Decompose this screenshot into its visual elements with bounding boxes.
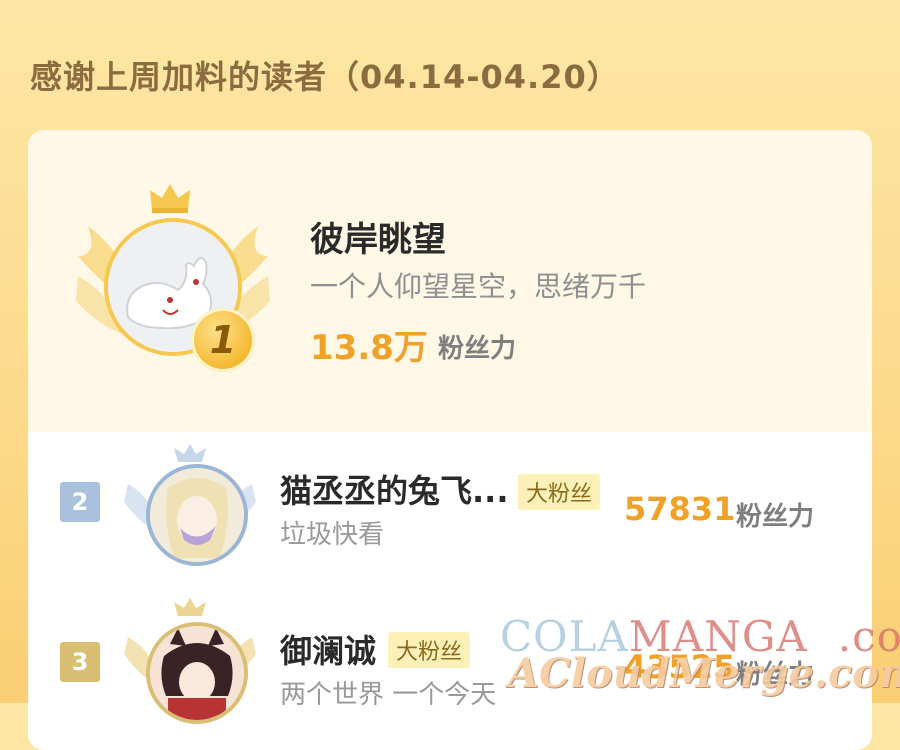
top-reader-section[interactable]: 1 彼岸眺望 一个人仰望星空，思绪万千 13.8万 粉丝力 [28, 130, 872, 432]
list-item[interactable]: 2 猫丞丞的兔飞... 大粉丝 垃圾快看 57831 粉丝力 [28, 432, 872, 582]
watermark-text: ACloudMerge.com [508, 650, 900, 697]
reader-name[interactable]: 彼岸眺望 [310, 212, 446, 261]
reader-bio: 两个世界 一个今天 [280, 680, 497, 710]
rank-tag: 2 [60, 482, 100, 522]
anime-avatar-image [150, 468, 244, 562]
fan-power-label: 粉丝力 [438, 334, 517, 364]
fan-power-label: 粉丝力 [736, 502, 815, 532]
fan-power-value: 57831 [624, 490, 736, 528]
avatar[interactable] [146, 464, 248, 566]
fan-level-badge: 大粉丝 [518, 474, 601, 510]
anime-avatar-image [150, 626, 244, 720]
page-title: 感谢上周加料的读者（04.14-04.20） [30, 58, 620, 96]
reader-name[interactable]: 御澜诚 [280, 626, 376, 672]
rank-badge: 1 [191, 308, 255, 372]
crown-icon [150, 184, 190, 213]
rank-tag: 3 [60, 642, 100, 682]
reader-bio: 垃圾快看 [280, 520, 385, 550]
avatar[interactable] [146, 622, 248, 724]
fan-level-badge: 大粉丝 [388, 632, 471, 668]
reader-bio: 一个人仰望星空，思绪万千 [310, 270, 647, 303]
reader-list: 2 猫丞丞的兔飞... 大粉丝 垃圾快看 57831 粉丝力 3 御澜诚 大粉丝… [28, 432, 872, 750]
reader-name[interactable]: 猫丞丞的兔飞... [280, 466, 508, 512]
fan-power-value: 13.8万 [310, 328, 428, 368]
